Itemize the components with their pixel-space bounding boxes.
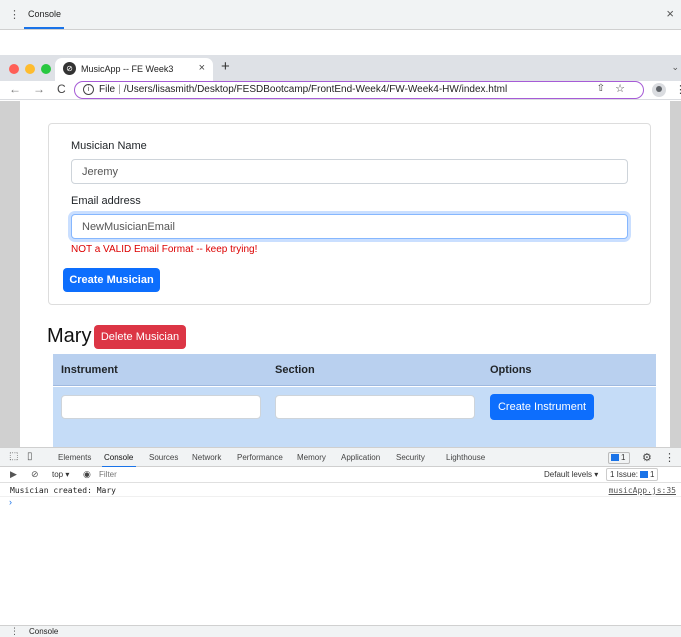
message-icon	[611, 454, 619, 461]
section-input[interactable]	[275, 395, 475, 419]
devtools-tab-lighthouse[interactable]: Lighthouse	[446, 453, 485, 462]
device-toolbar-icon[interactable]: ▯	[27, 451, 33, 462]
table-row: Create Instrument	[53, 387, 656, 447]
console-log-line: Musician created: Mary musicApp.js:35	[0, 484, 681, 497]
forward-button[interactable]: →	[33, 82, 45, 96]
create-musician-button[interactable]: Create Musician	[63, 268, 160, 292]
back-button[interactable]: ←	[9, 82, 21, 96]
delete-musician-button[interactable]: Delete Musician	[94, 325, 186, 349]
site-info-icon[interactable]: i	[83, 84, 94, 95]
musician-name-input[interactable]	[71, 159, 628, 184]
devtools-tab-performance[interactable]: Performance	[237, 453, 283, 462]
browser-toolbar: ← → C i File |/Users/lisasmith/Desktop/FE…	[0, 81, 681, 100]
devtools-tab-sources[interactable]: Sources	[149, 453, 178, 462]
close-icon[interactable]: ×	[666, 6, 674, 21]
profile-avatar[interactable]	[652, 83, 666, 97]
drawer-bottom-menu-icon[interactable]: ⋮	[10, 626, 19, 637]
page-viewport: Musician Name Email address NOT a VALID …	[0, 101, 681, 447]
issue-icon	[640, 471, 649, 478]
drawer-menu-icon[interactable]: ⋮	[9, 8, 20, 21]
browser-tab[interactable]: ⊘ MusicApp -- FE Week3 ×	[55, 58, 213, 81]
reload-button[interactable]: C	[57, 82, 66, 96]
sidebar-toggle-icon[interactable]: ▶	[10, 469, 17, 480]
issues-button[interactable]: 1 Issue: 1	[606, 468, 659, 481]
email-error-message: NOT a VALID Email Format -- keep trying!	[71, 244, 258, 255]
musician-heading: Mary	[47, 325, 92, 347]
tab-close-icon[interactable]: ×	[199, 62, 205, 74]
inspect-element-icon[interactable]: ⬚	[9, 451, 18, 462]
issues-count: 1	[650, 470, 655, 479]
instrument-table: Instrument Section Options Create Instru…	[53, 354, 656, 447]
table-header: Instrument Section Options	[53, 354, 656, 386]
drawer-tab-console[interactable]: Console	[28, 9, 61, 19]
create-instrument-button[interactable]: Create Instrument	[490, 394, 594, 420]
devtools-tab-network[interactable]: Network	[192, 453, 221, 462]
column-header-section: Section	[275, 364, 315, 376]
address-bar[interactable]: i File |/Users/lisasmith/Desktop/FESDBoot…	[74, 81, 644, 99]
address-url[interactable]: File |/Users/lisasmith/Desktop/FESDBootca…	[99, 84, 507, 95]
drawer-bottom-tab-console[interactable]: Console	[29, 627, 58, 636]
tab-title: MusicApp -- FE Week3	[81, 64, 174, 74]
share-icon[interactable]: ⇧	[597, 83, 605, 94]
instrument-input[interactable]	[61, 395, 261, 419]
column-header-options: Options	[490, 364, 532, 376]
devtools-tab-memory[interactable]: Memory	[297, 453, 326, 462]
close-window-button[interactable]	[9, 64, 19, 74]
console-drawer-top: ⋮ Console ×	[0, 0, 681, 30]
messages-badge[interactable]: 1	[608, 452, 630, 464]
devtools-tab-security[interactable]: Security	[396, 453, 425, 462]
log-levels-dropdown[interactable]: Default levels ▾	[544, 470, 598, 479]
email-label: Email address	[71, 195, 141, 207]
context-selector[interactable]: top ▾	[52, 470, 69, 479]
devtools-menu-icon[interactable]: ⋮	[664, 451, 675, 464]
devtools-tab-strip: ⬚ ▯ Elements Console Sources Network Per…	[0, 447, 681, 468]
log-message: Musician created: Mary	[10, 486, 116, 495]
musician-name-label: Musician Name	[71, 140, 147, 152]
eye-icon[interactable]: ◉	[83, 469, 91, 480]
new-tab-button[interactable]: +	[221, 58, 230, 75]
clear-console-icon[interactable]: ⊘	[31, 469, 39, 480]
url-scheme-label: File	[99, 84, 116, 95]
window-controls	[9, 64, 51, 74]
maximize-window-button[interactable]	[41, 64, 51, 74]
tab-favicon-icon: ⊘	[63, 62, 76, 75]
page-body: Musician Name Email address NOT a VALID …	[20, 101, 670, 447]
browser-menu-icon[interactable]: ⋮	[675, 83, 681, 96]
email-input[interactable]	[71, 214, 628, 239]
gear-icon[interactable]: ⚙	[642, 451, 652, 464]
issues-label: 1 Issue:	[610, 470, 639, 479]
tab-search-icon[interactable]: ⌄	[671, 62, 679, 73]
console-prompt-icon[interactable]: ›	[9, 497, 12, 507]
devtools-tab-application[interactable]: Application	[341, 453, 380, 462]
filter-input[interactable]	[97, 468, 537, 481]
devtools-tab-elements[interactable]: Elements	[58, 453, 91, 462]
console-drawer-bottom: ⋮ Console	[0, 625, 681, 637]
minimize-window-button[interactable]	[25, 64, 35, 74]
log-source-link[interactable]: musicApp.js:35	[609, 486, 676, 495]
musician-form-card: Musician Name Email address NOT a VALID …	[48, 123, 651, 305]
messages-badge-count: 1	[621, 453, 626, 462]
console-filter-bar: ▶ ⊘ top ▾ ◉ Default levels ▾ 1 Issue: 1	[0, 467, 681, 483]
devtools-tab-console[interactable]: Console	[104, 453, 133, 462]
drawer-tab-underline	[24, 27, 64, 29]
browser-tab-strip: ⊘ MusicApp -- FE Week3 × + ⌄	[0, 55, 681, 81]
column-header-instrument: Instrument	[61, 364, 118, 376]
url-separator: |	[118, 84, 121, 95]
bookmark-star-icon[interactable]: ☆	[615, 82, 625, 95]
url-path: /Users/lisasmith/Desktop/FESDBootcamp/Fr…	[123, 84, 508, 95]
